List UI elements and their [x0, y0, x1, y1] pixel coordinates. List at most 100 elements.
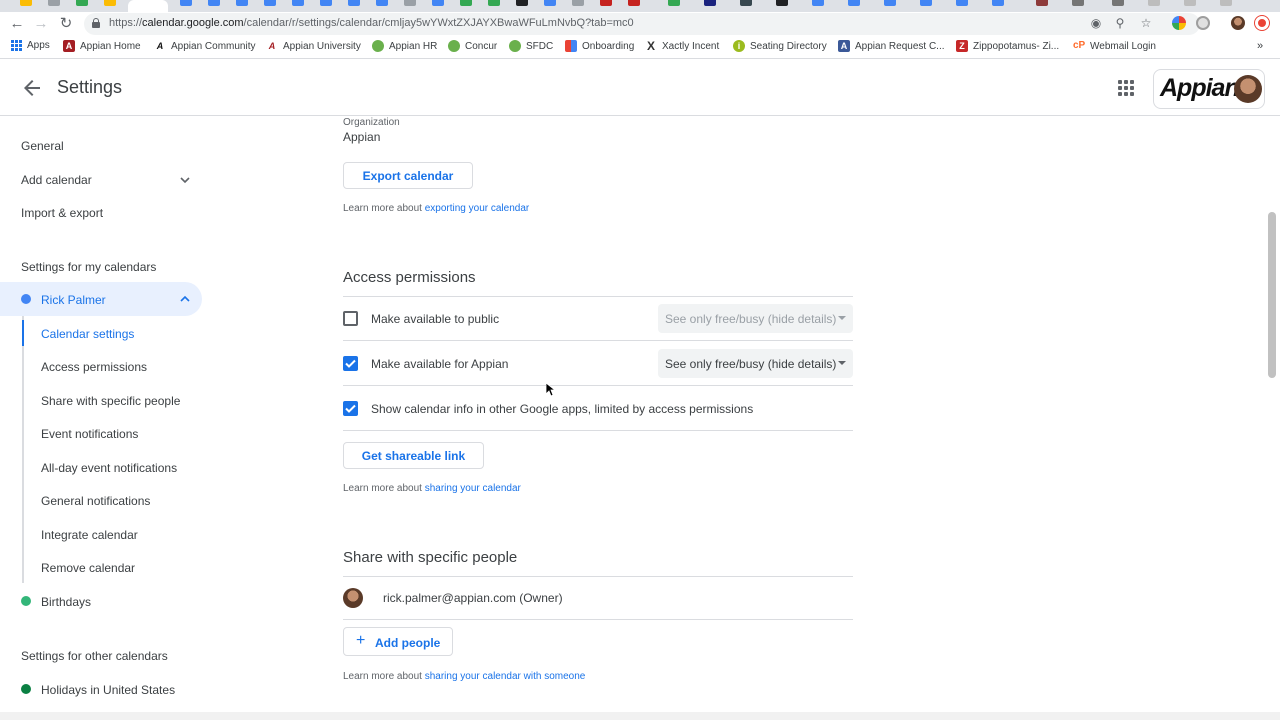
- bookmarks-overflow-icon[interactable]: »: [1257, 40, 1263, 52]
- back-nav-icon[interactable]: ←: [7, 14, 27, 34]
- bookmark-zippopotamus[interactable]: Z Zippopotamus- Zi...: [956, 40, 1059, 52]
- bookmark-appian-university[interactable]: A Appian University: [266, 40, 361, 52]
- google-apps-icon[interactable]: [1118, 80, 1134, 96]
- sidebar-item-remove-calendar[interactable]: Remove calendar: [41, 561, 135, 575]
- profile-avatar[interactable]: [1231, 16, 1245, 30]
- add-people-button[interactable]: + Add people: [343, 627, 453, 656]
- sidebar-calendar-name[interactable]: Rick Palmer: [41, 293, 106, 307]
- tab-favicon-icon[interactable]: [956, 0, 968, 6]
- export-learn-link[interactable]: exporting your calendar: [425, 203, 530, 214]
- tab-favicon-icon[interactable]: [1148, 0, 1160, 6]
- tab-favicon-icon[interactable]: [1220, 0, 1232, 6]
- share-with-people-title: Share with specific people: [343, 549, 518, 566]
- tab-favicon-icon[interactable]: [776, 0, 788, 6]
- tab-favicon-icon[interactable]: [1072, 0, 1084, 6]
- tab-favicon-icon[interactable]: [20, 0, 32, 6]
- tab-favicon-icon[interactable]: [292, 0, 304, 6]
- tab-favicon-icon[interactable]: [544, 0, 556, 6]
- tab-favicon-icon[interactable]: [600, 0, 612, 6]
- org-checkbox[interactable]: [343, 356, 358, 371]
- sidebar-item-holidays[interactable]: Holidays in United States: [41, 683, 175, 697]
- tab-favicon-icon[interactable]: [236, 0, 248, 6]
- sidebar-item-add-calendar[interactable]: Add calendar: [21, 173, 92, 187]
- tab-favicon-icon[interactable]: [208, 0, 220, 6]
- tab-favicon-icon[interactable]: [1184, 0, 1196, 6]
- avatar[interactable]: [1234, 75, 1262, 103]
- tab-favicon-icon[interactable]: [884, 0, 896, 6]
- menu-icon[interactable]: [1255, 16, 1269, 30]
- bookmark-appian-request[interactable]: A Appian Request C...: [838, 40, 945, 52]
- tab-favicon-icon[interactable]: [740, 0, 752, 6]
- sidebar-item-calendar-settings[interactable]: Calendar settings: [41, 327, 134, 341]
- tab-favicon-icon[interactable]: [264, 0, 276, 6]
- bookmark-xactly[interactable]: X Xactly Incent: [645, 40, 719, 52]
- tab-favicon-icon[interactable]: [460, 0, 472, 6]
- tab-favicon-icon[interactable]: [992, 0, 1004, 6]
- tab-favicon-icon[interactable]: [180, 0, 192, 6]
- bookmark-appian-community[interactable]: A Appian Community: [154, 40, 256, 52]
- google-apps-checkbox[interactable]: [343, 401, 358, 416]
- tab-favicon-icon[interactable]: [432, 0, 444, 6]
- org-access-dropdown[interactable]: See only free/busy (hide details): [658, 349, 853, 378]
- export-calendar-button[interactable]: Export calendar: [343, 162, 473, 189]
- sidebar-item-event-notifications[interactable]: Event notifications: [41, 427, 138, 441]
- public-checkbox[interactable]: [343, 311, 358, 326]
- share-learn-link[interactable]: sharing your calendar with someone: [425, 671, 586, 682]
- tab-favicon-icon[interactable]: [668, 0, 680, 6]
- app-header: Settings Appian: [0, 60, 1280, 116]
- bookmark-appian-home[interactable]: A Appian Home: [63, 40, 141, 52]
- sidebar-item-birthdays[interactable]: Birthdays: [41, 595, 91, 609]
- back-arrow-icon[interactable]: [20, 76, 44, 100]
- sidebar-item-share-with-people[interactable]: Share with specific people: [41, 394, 180, 408]
- tab-favicon-icon[interactable]: [1112, 0, 1124, 6]
- chevron-down-icon[interactable]: [180, 175, 190, 185]
- sidebar-item-general[interactable]: General: [21, 139, 64, 153]
- sidebar-item-integrate-calendar[interactable]: Integrate calendar: [41, 528, 138, 542]
- bookmark-seating[interactable]: i Seating Directory: [733, 40, 827, 52]
- tab-favicon-icon[interactable]: [104, 0, 116, 6]
- forward-nav-icon[interactable]: →: [31, 14, 51, 34]
- extension-icon[interactable]: [1172, 16, 1186, 30]
- eye-icon[interactable]: ◉: [1088, 16, 1104, 30]
- tab-favicon-icon[interactable]: [48, 0, 60, 6]
- sidebar-item-access-permissions[interactable]: Access permissions: [41, 360, 147, 374]
- address-bar[interactable]: https://calendar.google.com/calendar/r/s…: [84, 13, 1200, 35]
- tab-favicon-icon[interactable]: [404, 0, 416, 6]
- bookmark-concur[interactable]: Concur: [448, 40, 497, 52]
- bookmark-onboarding[interactable]: Onboarding: [565, 40, 634, 52]
- tab-favicon-icon[interactable]: [320, 0, 332, 6]
- flag-icon: [565, 40, 577, 52]
- tab-favicon-icon[interactable]: [572, 0, 584, 6]
- calendar-color-dot: [21, 684, 31, 694]
- reload-icon[interactable]: ↻: [56, 14, 76, 34]
- tab-favicon-icon[interactable]: [376, 0, 388, 6]
- tab-favicon-icon[interactable]: [516, 0, 528, 6]
- tab-favicon-icon[interactable]: [848, 0, 860, 6]
- bookmark-apps[interactable]: Apps: [11, 40, 50, 51]
- tab-favicon-icon[interactable]: [348, 0, 360, 6]
- tab-favicon-icon[interactable]: [812, 0, 824, 6]
- tab-favicon-icon[interactable]: [628, 0, 640, 6]
- tab-favicon-icon[interactable]: [704, 0, 716, 6]
- bottom-edge: [0, 712, 1280, 720]
- permission-row-public: Make available to public See only free/b…: [343, 297, 853, 341]
- get-shareable-link-button[interactable]: Get shareable link: [343, 442, 484, 469]
- extension-icon[interactable]: [1196, 16, 1210, 30]
- tab-favicon-icon[interactable]: [488, 0, 500, 6]
- zoom-icon[interactable]: ⚲: [1112, 16, 1128, 30]
- chevron-up-icon[interactable]: [180, 294, 190, 304]
- tab-favicon-icon[interactable]: [920, 0, 932, 6]
- star-icon[interactable]: ☆: [1138, 16, 1154, 30]
- sidebar-item-general-notifications[interactable]: General notifications: [41, 494, 150, 508]
- account-switcher[interactable]: Appian: [1153, 69, 1265, 109]
- bookmark-appian-hr[interactable]: Appian HR: [372, 40, 437, 52]
- bookmark-webmail[interactable]: cP Webmail Login: [1073, 40, 1156, 52]
- tab-favicon-icon[interactable]: [1036, 0, 1048, 6]
- page-scrollbar[interactable]: [1268, 212, 1276, 378]
- sidebar-item-allday-notifications[interactable]: All-day event notifications: [41, 461, 177, 475]
- active-tab[interactable]: [128, 0, 168, 12]
- sidebar-item-import-export[interactable]: Import & export: [21, 206, 103, 220]
- sharing-learn-link[interactable]: sharing your calendar: [425, 483, 521, 494]
- bookmark-sfdc[interactable]: SFDC: [509, 40, 553, 52]
- tab-favicon-icon[interactable]: [76, 0, 88, 6]
